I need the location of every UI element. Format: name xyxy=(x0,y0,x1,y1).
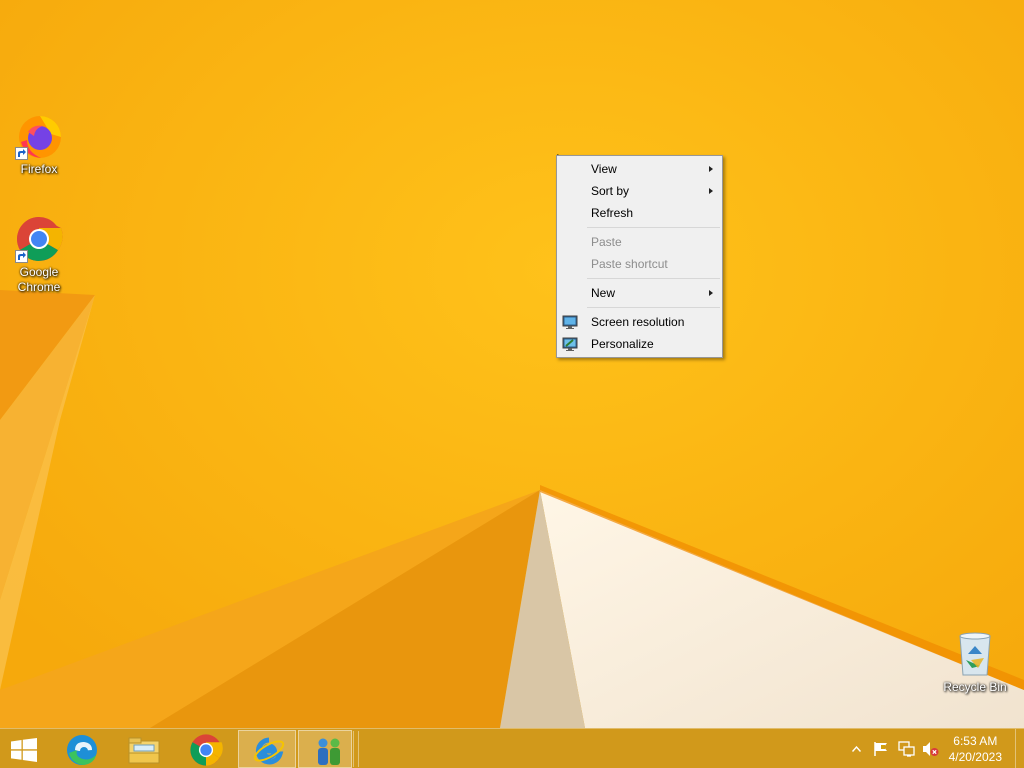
menu-item-sort-by[interactable]: Sort by xyxy=(557,180,722,202)
taskbar-file-explorer-button[interactable] xyxy=(114,730,172,768)
desktop-icon-label: Recycle Bin xyxy=(943,680,1007,694)
internet-explorer-icon xyxy=(253,737,285,765)
taskbar-separator xyxy=(353,731,359,767)
menu-item-screen-resolution[interactable]: Screen resolution xyxy=(557,311,722,333)
menu-item-paste: Paste xyxy=(557,231,722,253)
taskbar: 6:53 AM 4/20/2023 xyxy=(0,728,1024,768)
personalize-icon xyxy=(562,337,578,351)
screen-resolution-icon xyxy=(562,315,578,329)
menu-separator xyxy=(587,307,720,308)
menu-item-label: New xyxy=(591,286,616,300)
menu-item-refresh[interactable]: Refresh xyxy=(557,202,722,224)
submenu-arrow-icon xyxy=(709,290,713,296)
volume-muted-icon[interactable] xyxy=(922,741,939,757)
menu-item-label: Sort by xyxy=(591,184,630,198)
shortcut-arrow-icon xyxy=(15,147,28,160)
taskbar-network-people-button[interactable] xyxy=(298,730,352,768)
desktop-icon-label: Firefox xyxy=(20,162,58,176)
menu-item-label: Paste shortcut xyxy=(591,257,668,271)
menu-item-label: View xyxy=(591,162,617,176)
show-hidden-icons-icon[interactable] xyxy=(852,746,861,752)
menu-separator xyxy=(587,278,720,279)
network-icon[interactable] xyxy=(898,741,915,757)
start-button[interactable] xyxy=(0,730,48,768)
menu-item-personalize[interactable]: Personalize xyxy=(557,333,722,355)
desktop-icon-firefox[interactable]: Firefox xyxy=(1,112,77,177)
taskbar-internet-explorer-button[interactable] xyxy=(238,730,296,768)
desktop-context-menu: View Sort by Refresh Paste Paste shortcu… xyxy=(556,155,723,358)
menu-item-new[interactable]: New xyxy=(557,282,722,304)
network-people-icon xyxy=(318,738,340,765)
edge-icon xyxy=(67,735,97,765)
action-center-flag-icon[interactable] xyxy=(873,741,890,757)
menu-item-label: Personalize xyxy=(591,337,654,351)
taskbar-edge-button[interactable] xyxy=(52,730,110,768)
desktop-icon-label: Google Chrome xyxy=(17,265,61,294)
show-desktop-button[interactable] xyxy=(1015,729,1024,768)
chrome-icon xyxy=(190,734,223,766)
submenu-arrow-icon xyxy=(709,166,713,172)
shortcut-arrow-icon xyxy=(15,250,28,263)
menu-item-label: Paste xyxy=(591,235,622,249)
desktop-icon-google-chrome[interactable]: Google Chrome xyxy=(1,215,77,295)
windows-start-icon xyxy=(11,738,37,762)
wallpaper xyxy=(0,0,1024,768)
menu-item-paste-shortcut: Paste shortcut xyxy=(557,253,722,275)
menu-item-label: Refresh xyxy=(591,206,634,220)
file-explorer-icon xyxy=(128,737,160,764)
menu-item-label: Screen resolution xyxy=(591,315,685,329)
clock-time: 6:53 AM xyxy=(953,734,998,748)
desktop[interactable]: Firefox Google Chrome Recycle Bin View S… xyxy=(0,0,1024,768)
menu-separator xyxy=(587,227,720,228)
taskbar-chrome-button[interactable] xyxy=(176,730,234,768)
recycle-bin-icon xyxy=(959,632,991,676)
clock-date: 4/20/2023 xyxy=(948,750,1002,764)
desktop-icon-recycle-bin[interactable]: Recycle Bin xyxy=(937,630,1013,695)
taskbar-clock[interactable]: 6:53 AM 4/20/2023 xyxy=(949,733,1002,765)
menu-item-view[interactable]: View xyxy=(557,158,722,180)
submenu-arrow-icon xyxy=(709,188,713,194)
